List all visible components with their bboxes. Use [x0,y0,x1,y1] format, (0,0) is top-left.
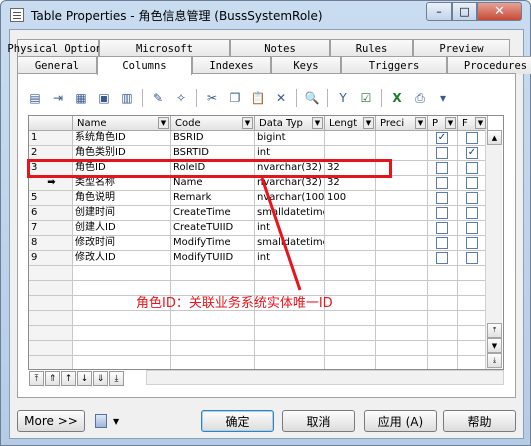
layout-icon [95,414,107,428]
layout-dropdown[interactable]: ▼ [95,412,127,430]
tab-columns[interactable]: Columns [97,56,192,75]
annotation-arrow [260,177,302,291]
cancel-button[interactable]: 取消 [282,410,355,432]
annotation-text: 角色ID：关联业务系统实体唯一ID [136,296,333,311]
more-button[interactable]: More >> [17,410,85,432]
chevron-down-icon: ▼ [113,416,120,426]
help-button[interactable]: 帮助 [443,410,516,432]
apply-button[interactable]: 应用 (A) [364,410,437,432]
ok-button[interactable]: 确定 [201,410,274,432]
